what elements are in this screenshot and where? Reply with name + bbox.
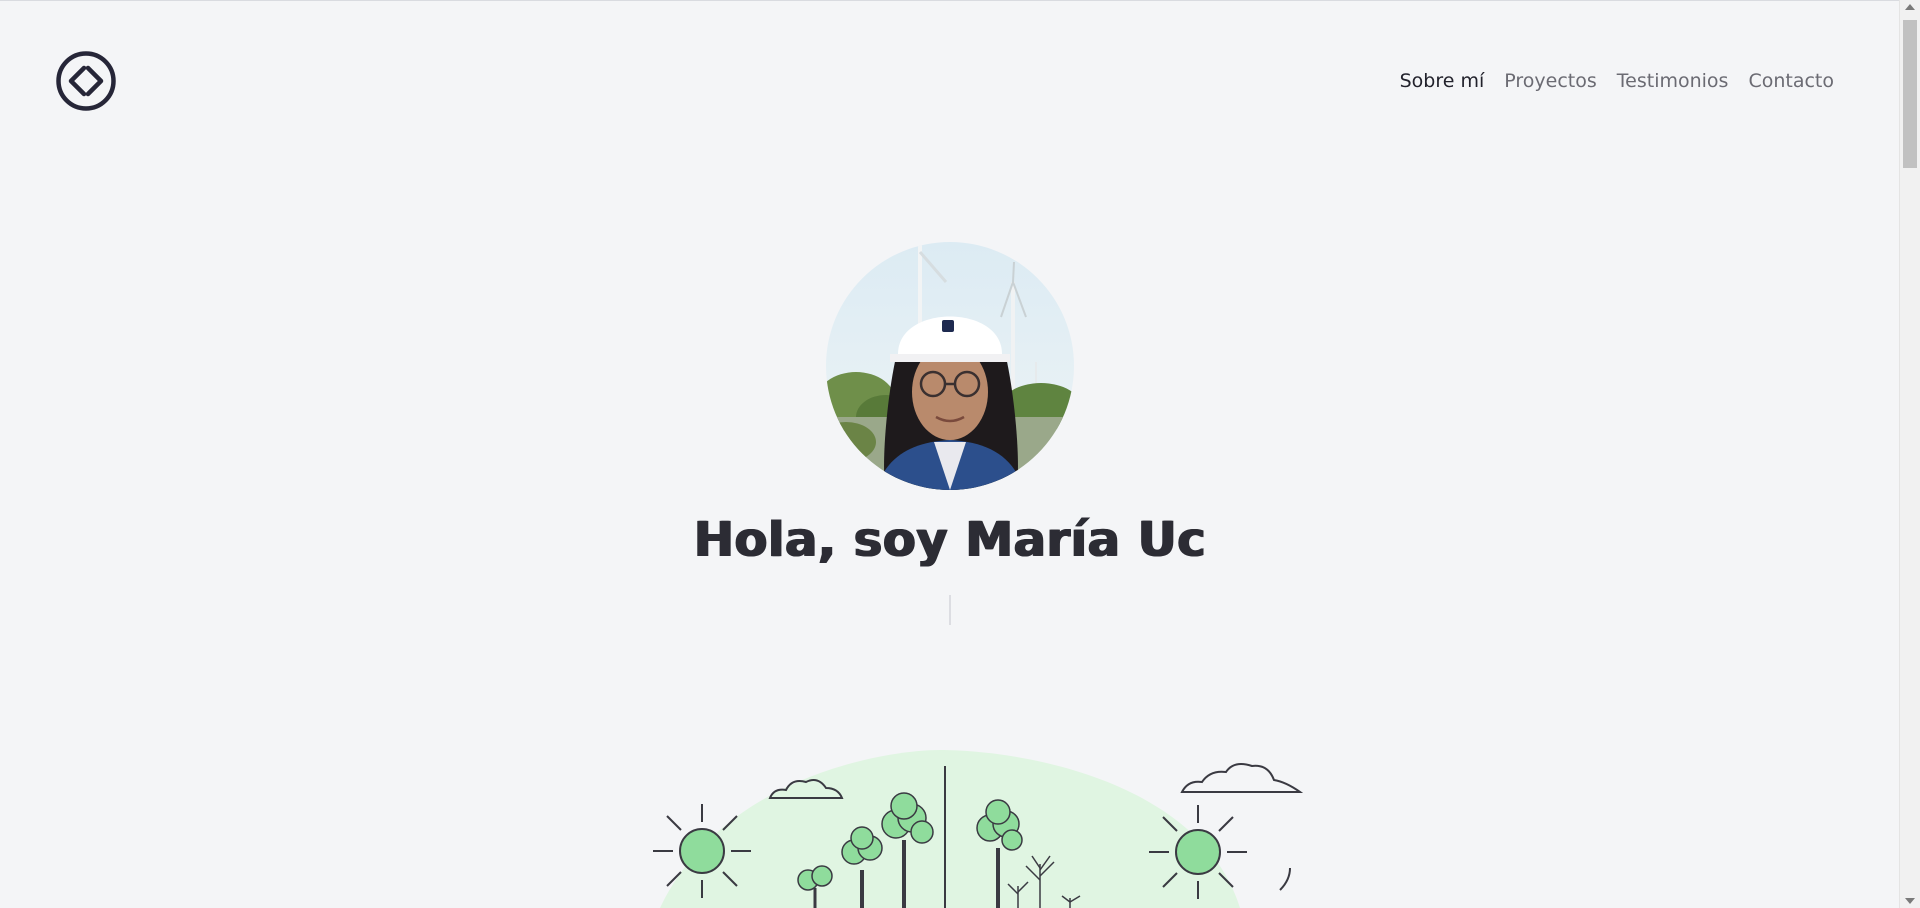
hero-title: Hola, soy María Uc: [693, 512, 1207, 568]
sun-icon-left: [653, 804, 751, 898]
eco-illustration: [640, 740, 1320, 908]
scroll-up-arrow-icon[interactable]: [1905, 4, 1915, 10]
scrollbar-thumb[interactable]: [1903, 20, 1917, 168]
main-nav: Sobre mí Proyectos Testimonios Contacto: [1400, 66, 1834, 96]
page: Sobre mí Proyectos Testimonios Contacto: [0, 0, 1920, 908]
top-border: [0, 0, 1900, 1]
scroll-down-arrow-icon[interactable]: [1905, 898, 1915, 904]
profile-avatar: [826, 242, 1074, 490]
logo-code-icon[interactable]: [54, 49, 118, 113]
nav-link-sobre-mi[interactable]: Sobre mí: [1400, 66, 1485, 96]
page-scrollbar[interactable]: [1899, 0, 1920, 908]
cloud-icon-right: [1180, 763, 1304, 793]
typing-cursor: [949, 595, 951, 625]
nav-link-proyectos[interactable]: Proyectos: [1504, 66, 1597, 96]
nav-link-contacto[interactable]: Contacto: [1748, 66, 1834, 96]
sun-icon-right: [1149, 805, 1247, 899]
nav-link-testimonios[interactable]: Testimonios: [1617, 66, 1729, 96]
